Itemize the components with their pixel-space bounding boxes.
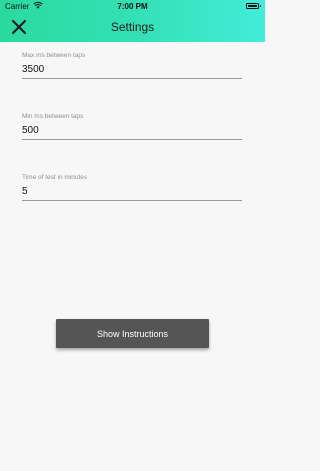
show-instructions-button[interactable]: Show Instructions [56,319,209,348]
status-bar: Carrier 7:00 PM [0,0,265,13]
battery-icon [246,3,261,9]
test-time-input[interactable] [22,186,242,201]
min-ms-field-group: Min ms between taps [22,113,242,140]
test-time-field-group: Time of test in minutes [22,174,242,201]
min-ms-input[interactable] [22,125,242,140]
page-title: Settings [110,20,155,34]
test-time-label: Time of test in minutes [22,174,88,181]
max-ms-field-group: Max ms between taps [22,52,242,79]
max-ms-label: Max ms between taps [22,52,86,59]
max-ms-input[interactable] [22,64,242,79]
header-bar: Carrier 7:00 PM Settings [0,0,265,42]
min-ms-label: Min ms between taps [22,113,84,120]
settings-screen: Carrier 7:00 PM Settings Max ms between … [0,0,265,471]
clock: 7:00 PM [117,2,148,11]
